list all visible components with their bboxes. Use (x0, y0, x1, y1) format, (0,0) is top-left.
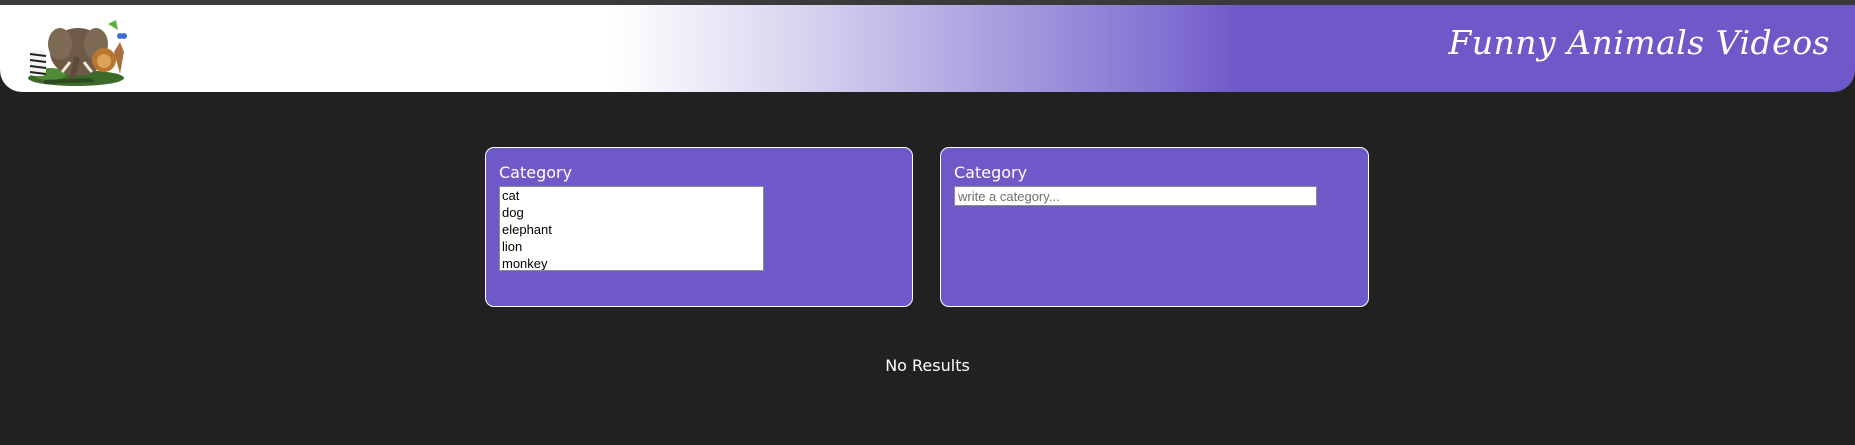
category-option-dog[interactable]: dog (500, 204, 763, 221)
category-input-label: Category (954, 163, 1028, 182)
animals-logo-icon (28, 20, 127, 86)
results-status: No Results (885, 356, 970, 375)
wild-animals-logo (20, 12, 132, 88)
category-select-label: Category (499, 163, 573, 182)
category-option-monkey[interactable]: monkey (500, 255, 763, 270)
category-input-panel: Category (940, 147, 1369, 307)
category-option-elephant[interactable]: elephant (500, 221, 763, 238)
category-text-input[interactable] (954, 186, 1317, 206)
site-title: Funny Animals Videos (1448, 23, 1830, 62)
site-header: Funny Animals Videos (0, 5, 1855, 92)
category-listbox[interactable]: cat dog elephant lion monkey (499, 186, 764, 271)
category-option-cat[interactable]: cat (500, 187, 763, 204)
category-option-lion[interactable]: lion (500, 238, 763, 255)
category-select-panel: Category cat dog elephant lion monkey (485, 147, 913, 307)
